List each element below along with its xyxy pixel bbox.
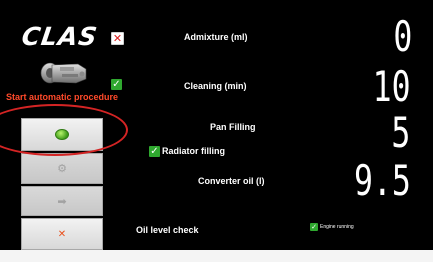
gear-icon: ⚙ <box>57 162 67 175</box>
system-nav-bar <box>0 250 433 262</box>
go-green-icon <box>55 129 69 140</box>
radiator-label: Radiator filling <box>162 146 225 156</box>
engine-running-label: Engine running <box>320 224 354 230</box>
clas-logo: CLAS <box>19 22 100 51</box>
gearbox-icon <box>40 62 87 84</box>
cleaning-checkbox[interactable]: ✓ <box>111 79 122 90</box>
pan-filling-label: Pan Filling <box>210 122 256 132</box>
cleaning-label: Cleaning (min) <box>184 81 247 91</box>
radiator-checkbox[interactable]: ✓ <box>149 146 160 157</box>
engine-running-checkbox[interactable]: ✓ <box>310 223 318 231</box>
pan-filling-value[interactable]: 5 <box>391 112 410 154</box>
admixture-checkbox[interactable]: ✕ <box>111 32 124 45</box>
converter-oil-value[interactable]: 9.5 <box>354 160 411 202</box>
admixture-label: Admixture (ml) <box>184 32 248 42</box>
admixture-value[interactable]: 0 <box>393 16 412 58</box>
tool-button-2[interactable]: ➡ <box>21 186 103 216</box>
start-automatic-label: Start automatic procedure <box>5 92 119 102</box>
converter-oil-label: Converter oil (l) <box>198 176 265 186</box>
tool-button-1[interactable]: ⚙ <box>21 153 103 184</box>
start-automatic-button[interactable] <box>21 118 103 151</box>
oil-level-label: Oil level check <box>136 225 199 235</box>
cancel-button[interactable]: ✕ <box>21 218 103 250</box>
app-screen: CLAS Start automatic procedure ⚙ ➡ ✕ ✕ A… <box>0 0 433 250</box>
close-x-icon: ✕ <box>57 228 67 240</box>
cleaning-value[interactable]: 10 <box>373 66 411 108</box>
pump-icon: ➡ <box>57 194 67 208</box>
